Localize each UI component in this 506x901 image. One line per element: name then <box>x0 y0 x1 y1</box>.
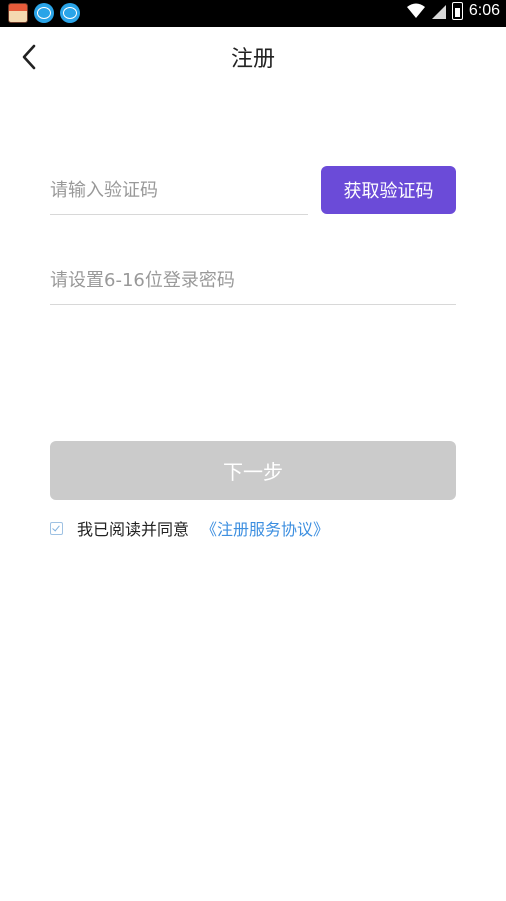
battery-icon <box>451 2 463 20</box>
agreement-checkbox[interactable] <box>50 521 63 535</box>
agreement-link[interactable]: 《注册服务协议》 <box>201 516 329 540</box>
chat-bubble-icon <box>60 3 80 23</box>
get-code-button[interactable]: 获取验证码 <box>321 166 456 214</box>
chat-bubble-icon <box>34 3 54 23</box>
wifi-icon <box>406 3 425 18</box>
system-icons: 6:06 <box>406 2 500 20</box>
page-title: 注册 <box>230 47 275 72</box>
verification-code-field <box>50 168 308 215</box>
notification-icons <box>8 3 80 23</box>
header: 注册 <box>0 27 506 87</box>
agreement-text: 我已阅读并同意 <box>77 520 190 539</box>
next-step-button[interactable]: 下一步 <box>50 441 456 500</box>
verification-code-input[interactable] <box>50 168 308 212</box>
password-field <box>50 258 456 305</box>
calendar-icon <box>8 3 28 23</box>
status-bar: 6:06 <box>0 0 506 27</box>
agreement-row: 我已阅读并同意 《注册服务协议》 <box>50 516 329 540</box>
status-time: 6:06 <box>468 2 500 19</box>
signal-icon <box>431 5 446 19</box>
password-input[interactable] <box>50 258 456 302</box>
